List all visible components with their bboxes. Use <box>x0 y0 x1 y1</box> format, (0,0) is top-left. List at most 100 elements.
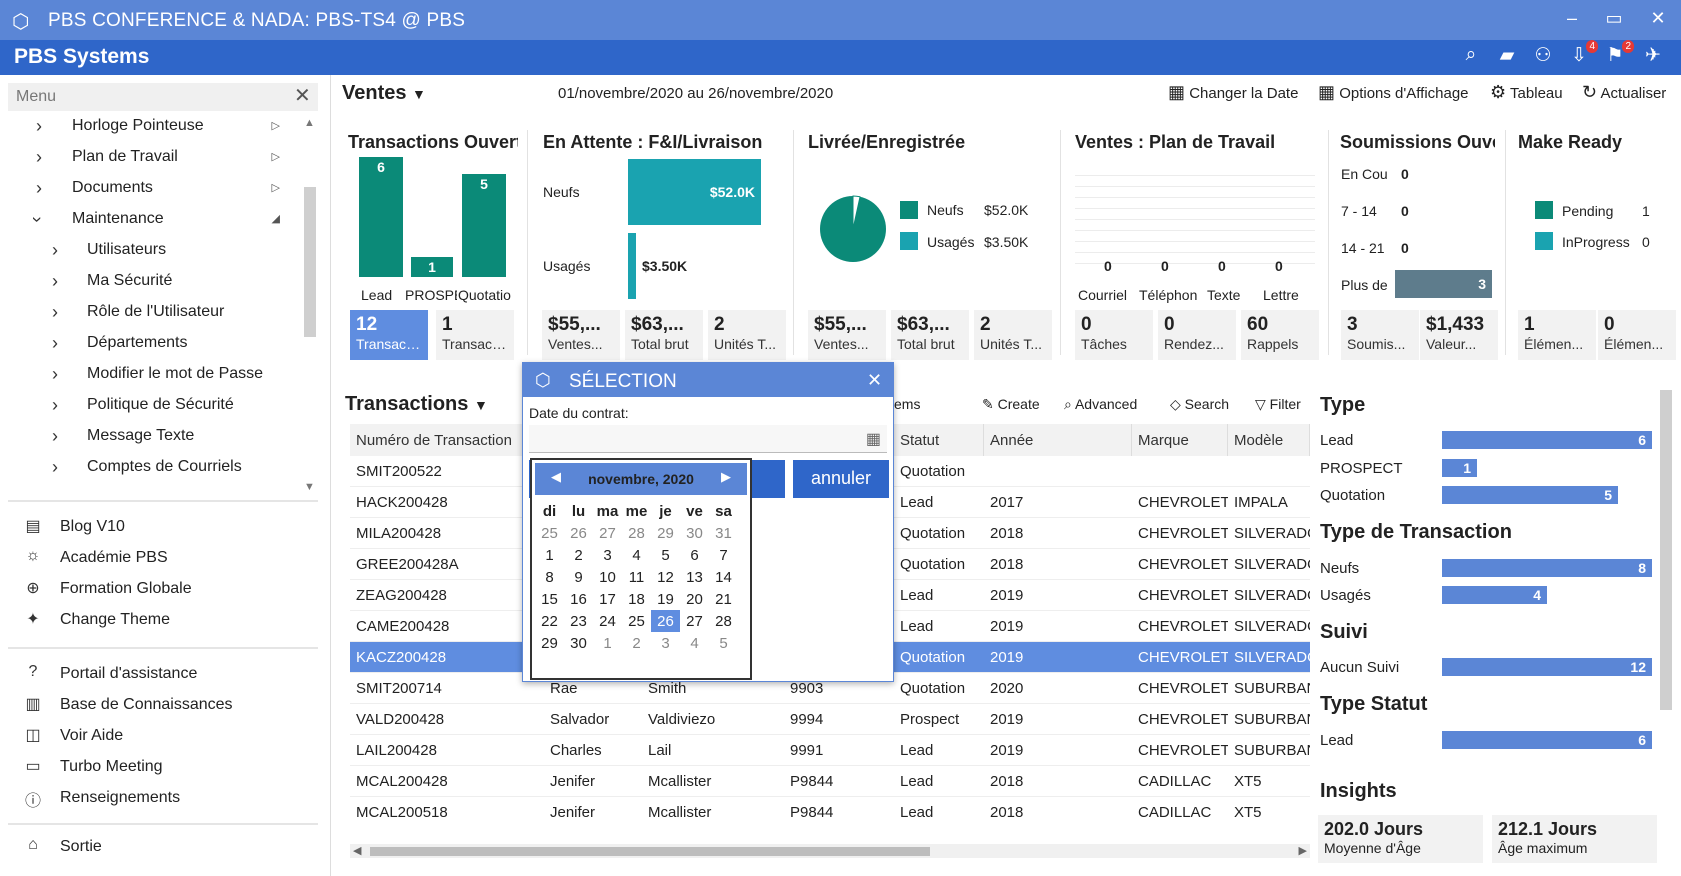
calendar-day[interactable]: 25 <box>535 522 564 544</box>
cancel-button[interactable]: annuler <box>793 460 889 498</box>
flag-icon[interactable]: ⚑ 2 <box>1602 40 1634 70</box>
hscroll-thumb[interactable] <box>370 847 930 856</box>
right-panel-scrollbar[interactable] <box>1660 390 1672 710</box>
calendar-day[interactable]: 14 <box>709 566 738 588</box>
items-action[interactable]: ems <box>894 396 920 412</box>
calendar-day[interactable]: 30 <box>564 632 593 654</box>
transactions-dropdown[interactable]: Transactions ▼ <box>345 393 488 416</box>
calendar-day[interactable]: 5 <box>651 544 680 566</box>
calendar-day[interactable]: 28 <box>709 610 738 632</box>
calendar-day[interactable]: 4 <box>622 544 651 566</box>
tile-quotes-count[interactable]: 3 Soumis... <box>1341 310 1419 360</box>
delivered-pie[interactable] <box>818 194 888 264</box>
calendar-day[interactable]: 28 <box>622 522 651 544</box>
calendar-day[interactable]: 31 <box>709 522 738 544</box>
close-window-button[interactable]: ✕ <box>1646 8 1670 32</box>
hbar-prospect[interactable]: 1 <box>1442 459 1477 477</box>
calendar-day[interactable]: 3 <box>651 632 680 654</box>
tile-quotes-value[interactable]: $1,433 Valeur... <box>1420 310 1498 360</box>
menu-search-input[interactable]: Menu <box>8 83 318 111</box>
calendar-icon[interactable]: ▦ <box>866 429 881 449</box>
sidebar-item-documents[interactable]: › Documents ▷ <box>0 173 310 204</box>
sidebar-item-plan[interactable]: › Plan de Travail ▷ <box>0 142 310 173</box>
change-date-button[interactable]: ▦ Changer la Date <box>1168 82 1298 103</box>
calendar-day[interactable]: 23 <box>564 610 593 632</box>
link-base[interactable]: ▥ Base de Connaissances <box>22 690 322 720</box>
filter-button[interactable]: ▽ Filter <box>1255 396 1301 413</box>
next-month-button[interactable]: ▶ <box>721 469 731 485</box>
calendar-day[interactable]: 1 <box>593 632 622 654</box>
bar-pending-usages[interactable] <box>628 233 636 299</box>
calendar-day[interactable]: 1 <box>535 544 564 566</box>
calendar-day[interactable]: 22 <box>535 610 564 632</box>
display-options-button[interactable]: ▦ Options d'Affichage <box>1318 82 1469 103</box>
tile-pending-unites[interactable]: 2 Unités T... <box>708 310 786 360</box>
tile-pending-ventes[interactable]: $55,... Ventes... <box>542 310 620 360</box>
calendar-day[interactable]: 2 <box>564 544 593 566</box>
tile-delivered-brut[interactable]: $63,... Total brut <box>891 310 969 360</box>
table-row[interactable]: MCAL200428 Jenifer Mcallister P9844 Lead 2018… <box>350 766 1310 797</box>
sidebar-item-departements[interactable]: › Départements <box>0 328 310 359</box>
tile-plan-rappels[interactable]: 60 Rappels <box>1241 310 1319 360</box>
dialog-close-button[interactable]: ✕ <box>867 370 882 391</box>
calendar-day[interactable]: 19 <box>651 588 680 610</box>
create-button[interactable]: ✎ Create <box>982 396 1040 413</box>
search-icon[interactable]: ⌕ <box>1458 44 1484 70</box>
insight-tile-avg[interactable]: 202.0 Jours Moyenne d'Âge <box>1318 815 1483 863</box>
sidebar-item-role[interactable]: › Rôle de l'Utilisateur <box>0 297 310 328</box>
calendar-day[interactable]: 16 <box>564 588 593 610</box>
calendar-day[interactable]: 18 <box>622 588 651 610</box>
sidebar-item-ma-securite[interactable]: › Ma Sécurité <box>0 266 310 297</box>
tile-ready-1[interactable]: 1 Élémen... <box>1518 310 1596 360</box>
calendar-day[interactable]: 25 <box>622 610 651 632</box>
pin-icon[interactable]: ✈ <box>1640 44 1666 70</box>
calendar-day[interactable]: 11 <box>622 566 651 588</box>
link-academie[interactable]: ☼ Académie PBS <box>22 543 322 573</box>
calendar-day[interactable]: 7 <box>709 544 738 566</box>
sidebar-item-politique[interactable]: › Politique de Sécurité <box>0 390 310 421</box>
insight-tile-max[interactable]: 212.1 Jours Âge maximum <box>1492 815 1657 863</box>
hbar-neufs[interactable]: 8 <box>1442 559 1652 577</box>
sidebar-item-comptes[interactable]: › Comptes de Courriels <box>0 452 310 483</box>
tile-ready-2[interactable]: 0 Élémen... <box>1598 310 1676 360</box>
tile-delivered-ventes[interactable]: $55,... Ventes... <box>808 310 886 360</box>
tile-plan-rendez[interactable]: 0 Rendez... <box>1158 310 1236 360</box>
hbar-lead[interactable]: 6 <box>1442 431 1652 449</box>
calendar-day[interactable]: 5 <box>709 632 738 654</box>
link-turbo[interactable]: ▭ Turbo Meeting <box>22 752 322 782</box>
calendar-day[interactable]: 4 <box>680 632 709 654</box>
minimize-button[interactable]: – <box>1560 8 1584 32</box>
sidebar-item-password[interactable]: › Modifier le mot de Passe <box>0 359 310 390</box>
bar-lead[interactable]: 6 <box>359 157 403 277</box>
calendar-day[interactable]: 2 <box>622 632 651 654</box>
col-header-marque[interactable]: Marque <box>1132 424 1228 456</box>
calendar-day[interactable]: 15 <box>535 588 564 610</box>
view-dropdown[interactable]: Ventes ▼ <box>342 82 426 105</box>
link-infos[interactable]: ⓘ Renseignements <box>22 783 322 813</box>
hbar-usages[interactable]: 4 <box>1442 586 1547 604</box>
scroll-left-icon[interactable]: ◀ <box>353 844 361 857</box>
sidebar-item-horloge[interactable]: › Horloge Pointeuse ▷ <box>0 111 310 142</box>
link-aide[interactable]: ◫ Voir Aide <box>22 721 322 751</box>
tile-plan-taches[interactable]: 0 Tâches <box>1075 310 1153 360</box>
link-blog[interactable]: ▤ Blog V10 <box>22 512 322 542</box>
calendar-day[interactable]: 12 <box>651 566 680 588</box>
hbar-quotation[interactable]: 5 <box>1442 486 1618 504</box>
contract-date-input[interactable]: ▦ <box>529 425 887 453</box>
link-formation[interactable]: ⊕ Formation Globale <box>22 574 322 604</box>
calendar-day[interactable]: 10 <box>593 566 622 588</box>
calendar-day[interactable]: 27 <box>680 610 709 632</box>
calendar-month[interactable]: novembre, 2020 <box>535 471 747 487</box>
calendar-day[interactable]: 6 <box>680 544 709 566</box>
bar-plus-de[interactable]: 3 <box>1395 270 1492 298</box>
table-row[interactable]: MCAL200518 Jenifer Mcallister P9844 Lead 2018… <box>350 797 1310 824</box>
users-icon[interactable]: ⚇ <box>1530 44 1556 70</box>
tile-delivered-unites[interactable]: 2 Unités T... <box>974 310 1052 360</box>
calendar-day[interactable]: 27 <box>593 522 622 544</box>
calendar-day[interactable]: 26 <box>651 610 680 632</box>
calendar-day[interactable]: 13 <box>680 566 709 588</box>
sidebar-item-maintenance[interactable]: › Maintenance ◢ <box>0 204 310 235</box>
link-portail[interactable]: ? Portail d'assistance <box>22 659 322 689</box>
bar-quotation[interactable]: 5 <box>462 174 506 277</box>
menu-close-button[interactable]: ✕ <box>294 83 311 108</box>
